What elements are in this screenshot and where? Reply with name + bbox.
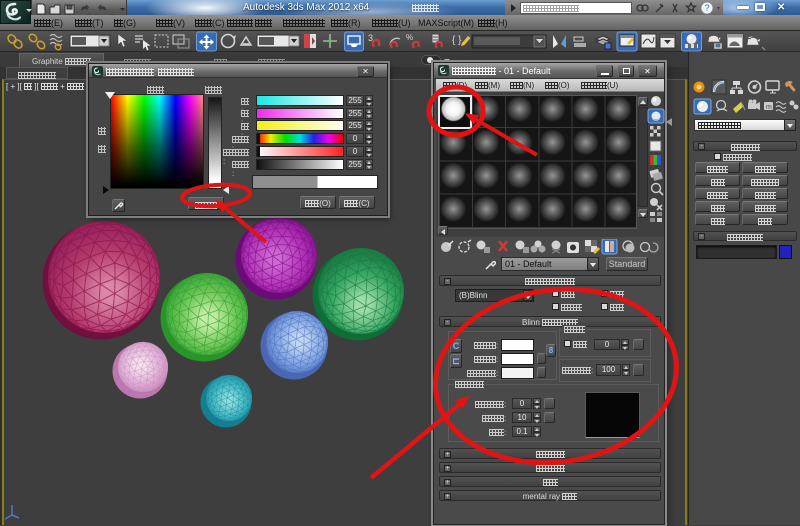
svg-text:?: ? <box>704 3 709 13</box>
svg-text:{ }: { } <box>452 35 462 46</box>
svg-text:m: m <box>766 104 772 111</box>
svg-text:%: % <box>406 33 413 42</box>
